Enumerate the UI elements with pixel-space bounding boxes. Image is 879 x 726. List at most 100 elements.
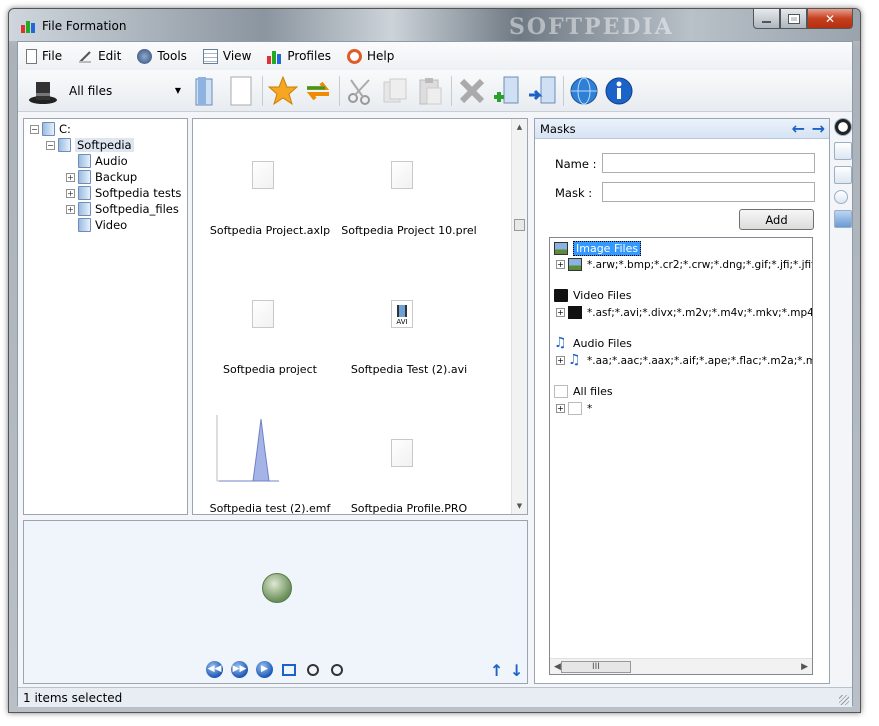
- scroll-thumb[interactable]: [514, 219, 525, 231]
- maximize-button[interactable]: [780, 9, 807, 29]
- move-down-arrow-icon[interactable]: ↓: [510, 661, 523, 680]
- video-file-icon: AVI: [391, 300, 413, 328]
- rewind-icon[interactable]: ◀◀: [206, 661, 223, 678]
- tree-node-video[interactable]: Video: [78, 217, 127, 233]
- film-icon: [568, 306, 582, 319]
- close-button[interactable]: ✕: [807, 9, 853, 29]
- new-document-button[interactable]: [224, 74, 258, 108]
- scroll-left-arrow-icon[interactable]: ◀: [554, 662, 561, 672]
- tree-node-audio[interactable]: Audio: [78, 153, 128, 169]
- tree-node-root[interactable]: − C:: [30, 121, 71, 137]
- menu-help[interactable]: Help: [346, 48, 395, 64]
- clock-icon[interactable]: [834, 118, 852, 136]
- file-tile[interactable]: Softpedia Project 10.prel: [334, 127, 484, 257]
- expand-icon[interactable]: +: [66, 204, 75, 214]
- scroll-up-arrow-icon[interactable]: ▲: [512, 123, 527, 131]
- monitor-icon[interactable]: [282, 663, 296, 676]
- expand-icon[interactable]: +: [556, 356, 565, 365]
- play-icon[interactable]: ▶: [256, 661, 273, 678]
- file-grid: Softpedia Project.axlp Softpedia Project…: [192, 118, 528, 515]
- add-button[interactable]: Add: [739, 209, 814, 230]
- add-folder-icon: [494, 76, 519, 103]
- mask-list-hscrollbar[interactable]: ◀ III ▶: [550, 658, 812, 674]
- delete-button[interactable]: [455, 74, 489, 108]
- menu-help-label: Help: [366, 49, 395, 63]
- refresh-button[interactable]: [301, 74, 335, 108]
- expand-icon[interactable]: +: [556, 260, 565, 269]
- zoom-out-icon[interactable]: [331, 663, 343, 676]
- mask-list: Image Files + *.arw;*.bmp;*.cr2;*.crw;*.…: [549, 237, 813, 675]
- mask-group-video[interactable]: Video Files: [554, 289, 631, 302]
- fast-forward-icon[interactable]: ▶▶: [231, 661, 248, 678]
- folder-tree: − C: − Softpedia Audio + Backup + Softpe…: [23, 118, 188, 515]
- calendar-icon[interactable]: [834, 142, 852, 160]
- magic-hat-button[interactable]: [26, 74, 60, 108]
- move-to-folder-button[interactable]: [525, 74, 559, 108]
- open-folder-button[interactable]: [189, 74, 223, 108]
- expand-icon[interactable]: +: [66, 188, 75, 198]
- web-button[interactable]: [567, 74, 601, 108]
- menu-file[interactable]: File: [26, 48, 62, 64]
- file-filter-select[interactable]: All files ▼: [65, 80, 185, 102]
- paste-button[interactable]: [413, 74, 447, 108]
- scroll-right-arrow-icon[interactable]: ▶: [801, 662, 808, 672]
- expand-icon[interactable]: +: [556, 404, 565, 413]
- tree-node-label: Video: [95, 218, 128, 232]
- edit-icon: [78, 49, 93, 64]
- file-tile[interactable]: Softpedia test (2).emf: [195, 405, 345, 535]
- arrow-right-icon[interactable]: →: [812, 119, 825, 138]
- status-text: 1 items selected: [23, 690, 123, 705]
- collapse-icon[interactable]: −: [46, 140, 55, 150]
- collapse-icon[interactable]: −: [30, 124, 39, 134]
- folder-view-icon[interactable]: [834, 166, 852, 184]
- find-icon[interactable]: [834, 210, 852, 228]
- file-grid-scrollbar[interactable]: ▲ ▼: [511, 119, 527, 514]
- mask-pattern-audio[interactable]: + ♫ *.aa;*.aac;*.aax;*.aif;*.ape;*.flac;…: [556, 353, 813, 367]
- favorite-button[interactable]: [266, 74, 300, 108]
- folder-icon: [78, 202, 91, 216]
- mask-pattern-all[interactable]: + *: [556, 402, 592, 415]
- menu-tools[interactable]: Tools: [137, 48, 187, 64]
- file-tile[interactable]: Softpedia project: [195, 266, 345, 396]
- help-icon: [346, 48, 362, 64]
- menu-profiles[interactable]: Profiles: [267, 49, 331, 64]
- scroll-thumb[interactable]: III: [560, 660, 631, 673]
- info-button[interactable]: [602, 74, 636, 108]
- tree-node-softpedia-tests[interactable]: + Softpedia tests: [66, 185, 181, 201]
- mask-pattern-text: *.aa;*.aac;*.aax;*.aif;*.ape;*.flac;*.m2…: [587, 354, 813, 367]
- copy-button[interactable]: [378, 74, 412, 108]
- name-field[interactable]: [602, 153, 815, 173]
- scroll-down-arrow-icon[interactable]: ▼: [512, 502, 527, 510]
- move-up-arrow-icon[interactable]: ↑: [490, 661, 503, 680]
- toolbar-separator: [563, 75, 564, 106]
- file-tile[interactable]: AVI Softpedia Test (2).avi: [334, 266, 484, 396]
- tree-node-backup[interactable]: + Backup: [66, 169, 137, 185]
- resize-grip-icon[interactable]: [839, 695, 849, 705]
- tree-node-selected[interactable]: − Softpedia: [46, 137, 134, 153]
- film-strip-icon: [397, 305, 407, 317]
- file-tile[interactable]: Softpedia Project.axlp: [195, 127, 345, 257]
- scissors-icon: [348, 78, 370, 105]
- file-tile[interactable]: Softpedia Profile.PRO: [334, 405, 484, 535]
- add-folder-button[interactable]: [490, 74, 524, 108]
- expand-icon[interactable]: +: [556, 308, 565, 317]
- search-icon[interactable]: [834, 190, 848, 204]
- minimize-button[interactable]: [753, 9, 780, 29]
- mask-group-image[interactable]: Image Files: [554, 241, 642, 256]
- expand-icon[interactable]: +: [66, 172, 75, 182]
- mask-group-label: Image Files: [573, 241, 642, 256]
- mask-group-audio[interactable]: ♫ Audio Files: [554, 336, 632, 350]
- zoom-in-icon[interactable]: [307, 663, 319, 676]
- title-bar[interactable]: File Formation SOFTPEDIA ✕: [9, 9, 860, 41]
- mask-group-all[interactable]: All files: [554, 385, 613, 398]
- cut-button[interactable]: [343, 74, 377, 108]
- tree-node-softpedia-files[interactable]: + Softpedia_files: [66, 201, 179, 217]
- mask-pattern-video[interactable]: + *.asf;*.avi;*.divx;*.m2v;*.m4v;*.mkv;*…: [556, 306, 812, 319]
- mask-pattern-image[interactable]: + *.arw;*.bmp;*.cr2;*.crw;*.dng;*.gif;*.…: [556, 258, 812, 271]
- menu-view[interactable]: View: [202, 48, 251, 64]
- mask-field[interactable]: [602, 182, 815, 202]
- window-title: File Formation: [42, 19, 127, 33]
- arrow-left-icon[interactable]: ←: [792, 119, 805, 138]
- menu-edit[interactable]: Edit: [78, 49, 121, 64]
- folder-icon: [78, 154, 91, 168]
